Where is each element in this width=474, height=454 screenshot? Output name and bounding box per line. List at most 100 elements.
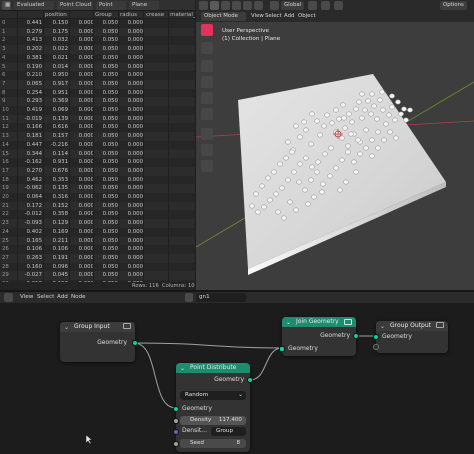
table-cell: 0.316 — [52, 194, 68, 200]
row-index: 25 — [2, 237, 9, 244]
select-menu[interactable]: Select — [37, 293, 54, 302]
column-header[interactable]: crease — [146, 11, 164, 19]
density-socket[interactable] — [173, 418, 179, 424]
proportional-edit-icon[interactable] — [334, 1, 343, 10]
object-menu[interactable]: Object — [295, 12, 319, 21]
3d-viewport[interactable]: Object Mode View Select Add Object Globa… — [196, 0, 474, 290]
distributed-point — [351, 159, 357, 165]
node-tree-browse-icon[interactable] — [185, 293, 193, 302]
table-cell: 0.344 — [26, 150, 42, 157]
table-cell: 0.419 — [26, 107, 42, 113]
component-dropdown[interactable]: Point Cloud — [57, 1, 93, 10]
geometry-input-socket[interactable] — [173, 406, 179, 412]
distributed-point — [297, 161, 303, 167]
group-input-node[interactable]: Group Input ⌄ Geometry — [60, 322, 138, 362]
orientation-icon[interactable] — [270, 1, 279, 10]
domain-dropdown[interactable]: Point — [96, 1, 126, 10]
evaluated-dropdown[interactable]: Evaluated — [14, 1, 54, 10]
table-cell: 0.381 — [26, 54, 42, 61]
seed-socket[interactable] — [173, 441, 179, 447]
column-header[interactable]: Group — [95, 11, 112, 19]
collapse-icon[interactable]: ⌄ — [380, 323, 385, 330]
options-dropdown[interactable]: Options — [440, 1, 467, 10]
join-geometry-node[interactable]: Join Geometry ⌄ Geometry Geometry — [279, 317, 359, 356]
viewport-scene[interactable] — [196, 22, 474, 290]
table-cell: 0.050 — [102, 254, 118, 261]
table-cell: 0.181 — [26, 133, 42, 140]
column-header[interactable]: radius — [120, 11, 137, 19]
table-row: 13 0.181 0.157 0.000 0.050 0.000 — [0, 132, 195, 141]
pivot-icon[interactable] — [308, 1, 317, 10]
link-groupinput-join — [133, 342, 283, 349]
geometry-output-socket[interactable] — [132, 340, 138, 346]
orientation-dropdown[interactable]: Global — [281, 1, 305, 10]
empty-input-socket[interactable] — [373, 344, 379, 350]
select-mode-icon[interactable] — [254, 1, 263, 10]
table-cell: 0.050 — [102, 124, 118, 131]
rotate-tool-icon[interactable] — [201, 76, 213, 88]
distributed-point — [327, 173, 333, 179]
editor-type-icon[interactable] — [4, 293, 13, 302]
table-cell: 0.000 — [127, 202, 143, 209]
table-row: 12 0.166 0.616 0.000 0.050 0.000 — [0, 123, 195, 133]
distributed-point — [319, 189, 325, 195]
column-count: Columns: 10 — [162, 283, 195, 289]
distributed-point — [308, 177, 314, 183]
table-cell: 0.135 — [52, 185, 68, 192]
measure-tool-icon[interactable] — [201, 144, 213, 156]
table-cell: 0.000 — [78, 246, 94, 253]
snap-icon[interactable] — [321, 1, 330, 10]
table-cell: 0.000 — [127, 185, 143, 192]
add-menu[interactable]: Add — [57, 293, 68, 302]
editor-type-icon[interactable]: ▦ — [2, 1, 11, 10]
select-tool-icon[interactable] — [201, 24, 213, 36]
table-cell: 0.069 — [52, 107, 68, 113]
select-box-icon[interactable] — [210, 1, 219, 10]
node-menu[interactable]: Node — [71, 293, 86, 302]
distributed-point — [314, 118, 320, 124]
table-cell: 0.160 — [26, 263, 42, 270]
group-output-node[interactable]: Group Output ⌄ Geometry — [373, 321, 448, 353]
geometry-input-socket[interactable] — [373, 334, 379, 340]
table-cell: 0.000 — [78, 28, 94, 35]
distribute-mode-dropdown[interactable]: Random — [180, 391, 246, 400]
geometry-output-socket[interactable] — [353, 333, 359, 339]
table-cell: 0.050 — [102, 89, 118, 96]
add-cube-tool-icon[interactable] — [201, 160, 213, 172]
select-mode-icon[interactable] — [243, 1, 252, 10]
select-mode-icon[interactable] — [232, 1, 241, 10]
view-menu[interactable]: View — [20, 293, 33, 302]
distributed-point — [253, 191, 259, 197]
collapse-icon[interactable]: ⌄ — [64, 324, 69, 331]
collapse-icon[interactable]: ⌄ — [286, 319, 291, 326]
density-attribute-field[interactable]: Group — [211, 427, 246, 436]
table-cell: -0.162 — [24, 159, 42, 166]
object-field[interactable]: Plane — [129, 1, 159, 10]
density-attribute-socket[interactable] — [173, 429, 179, 435]
point-distribute-node[interactable]: Point Distribute ⌄ Geometry Random ⌄ Geo… — [173, 363, 253, 452]
editor-type-icon[interactable] — [199, 1, 208, 10]
select-mode-icon[interactable] — [221, 1, 230, 10]
table-row: 27 0.263 0.191 0.000 0.050 0.000 — [0, 253, 195, 263]
node-title[interactable]: Point Distribute — [176, 363, 250, 373]
seed-field[interactable]: Seed 8 — [180, 439, 246, 448]
table-cell: 0.000 — [78, 115, 94, 122]
mode-dropdown[interactable]: Object Mode — [201, 12, 246, 21]
transform-tool-icon[interactable] — [201, 108, 213, 120]
collapse-icon[interactable]: ⌄ — [180, 365, 185, 372]
table-row: 16 -0.162 0.931 0.000 0.050 0.000 — [0, 158, 195, 167]
cursor-tool-icon[interactable] — [201, 42, 213, 54]
node-tree-name[interactable]: gn1 — [196, 293, 246, 302]
geometry-output-socket[interactable] — [247, 377, 253, 383]
column-header[interactable]: position — [45, 11, 67, 19]
row-index: 18 — [2, 176, 9, 183]
distributed-point — [353, 106, 359, 112]
geometry-input-socket[interactable] — [279, 346, 285, 352]
scale-tool-icon[interactable] — [201, 92, 213, 104]
table-cell: 0.175 — [52, 28, 68, 35]
annotate-tool-icon[interactable] — [201, 128, 213, 140]
node-canvas[interactable]: Group Input ⌄ Geometry Point Distribute … — [0, 303, 474, 454]
column-header[interactable]: material_in — [170, 11, 195, 19]
move-tool-icon[interactable] — [201, 60, 213, 72]
density-field[interactable]: Density 117.400 — [180, 416, 246, 425]
